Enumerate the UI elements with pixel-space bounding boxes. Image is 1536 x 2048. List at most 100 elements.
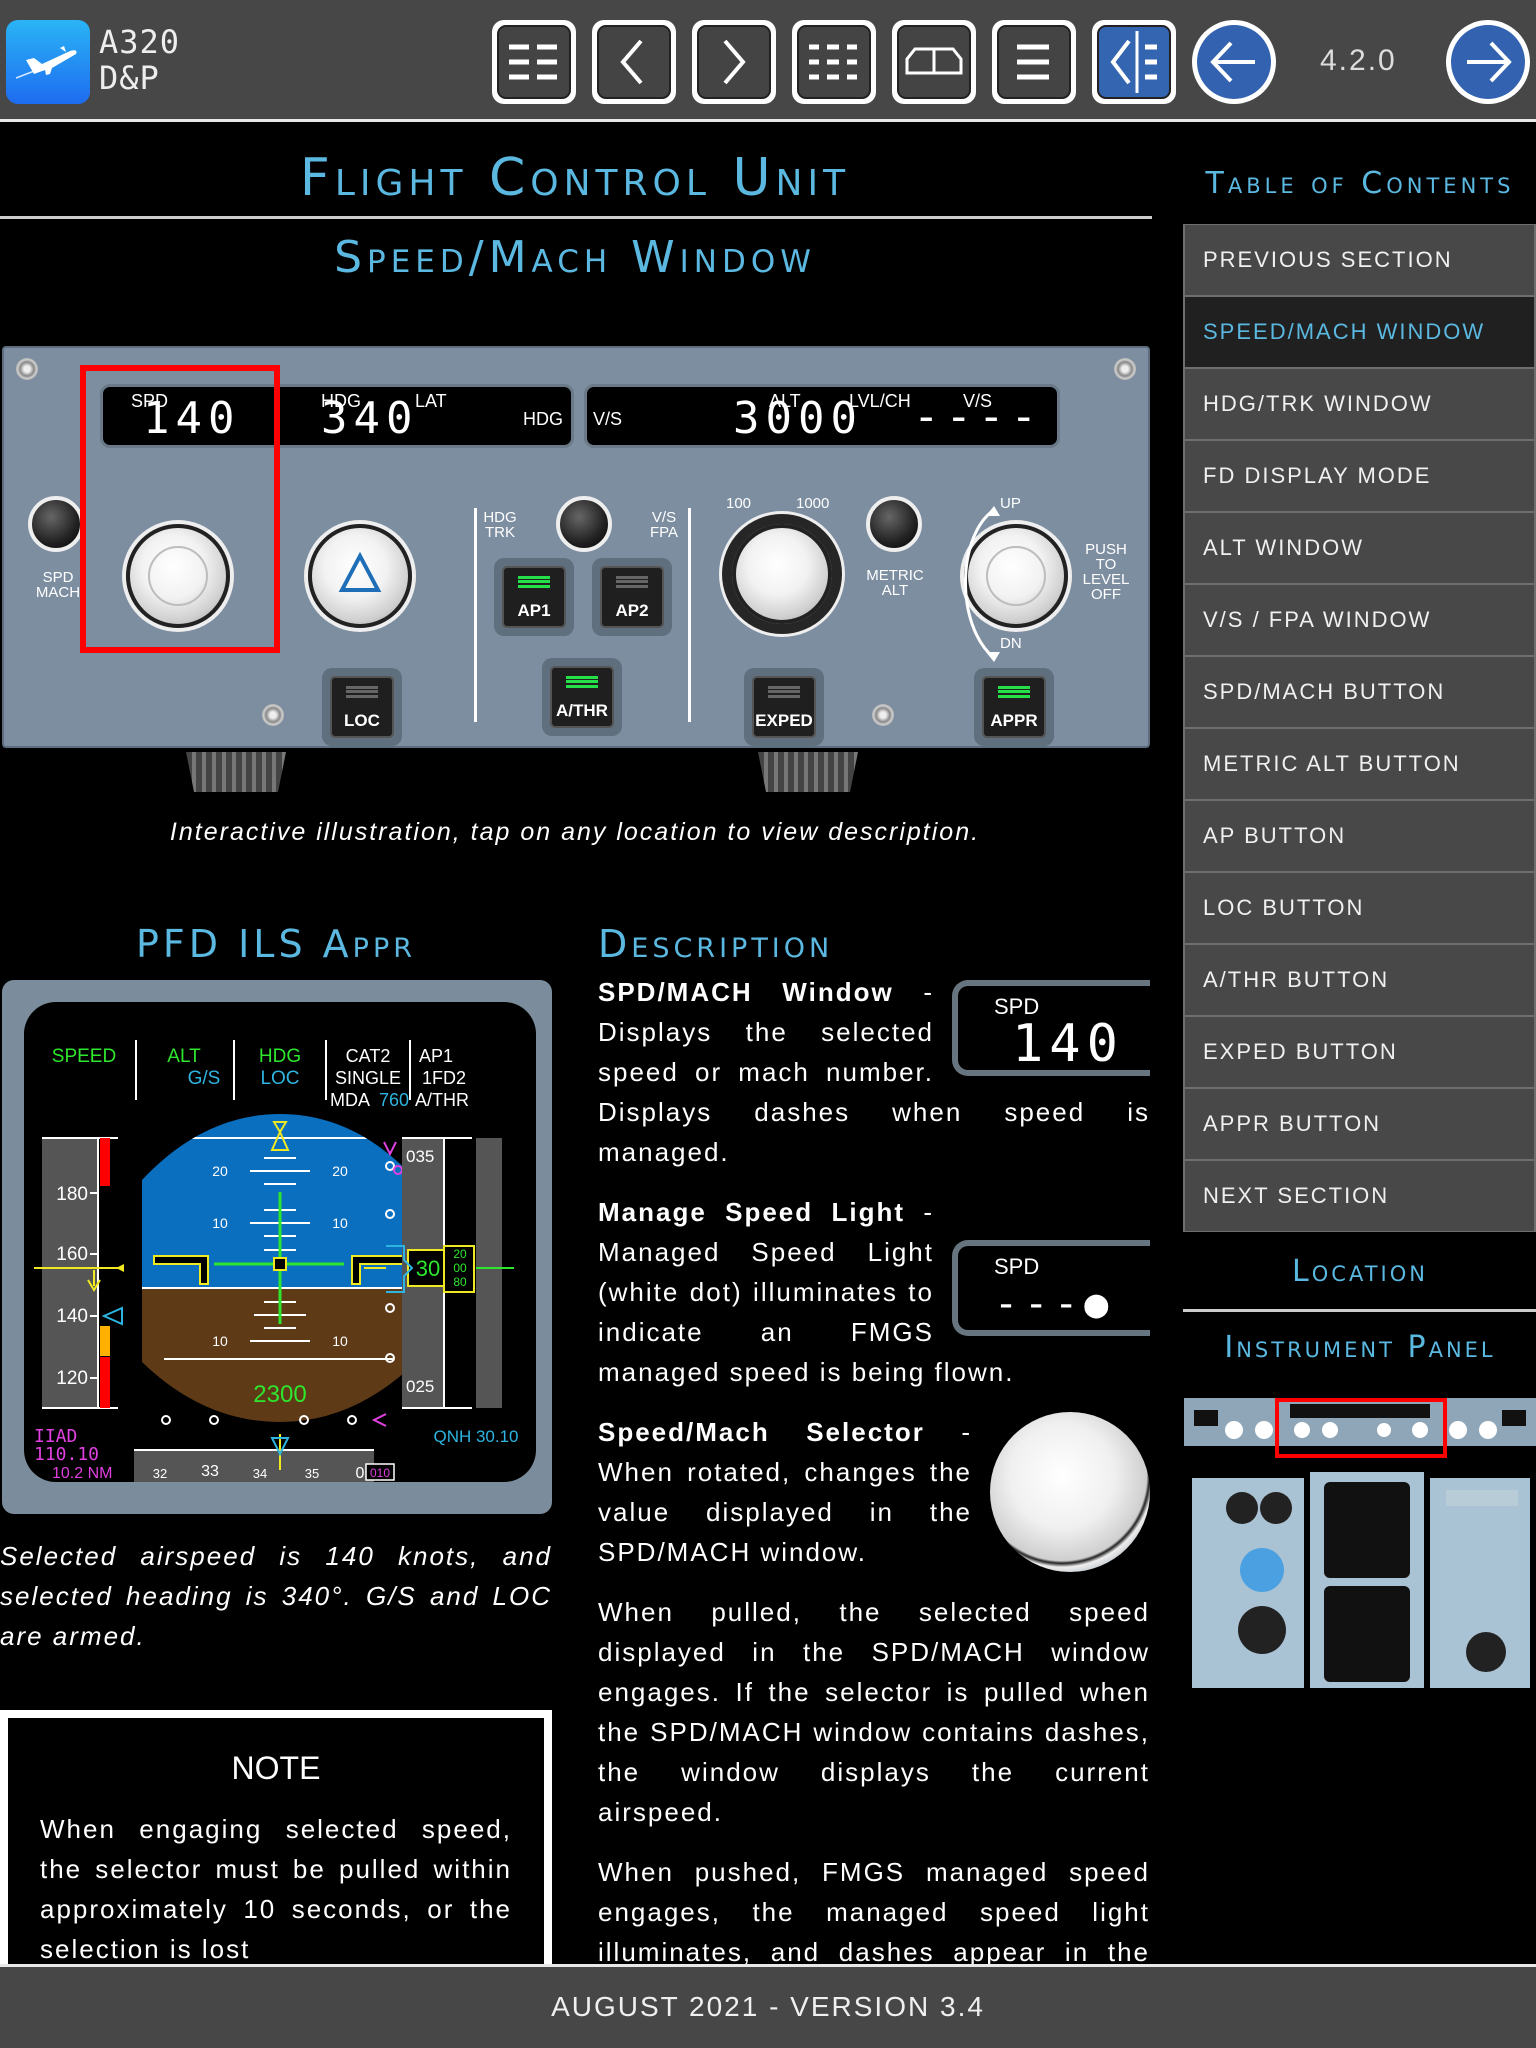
toc-item-previous-section[interactable]: PREVIOUS SECTION [1183,224,1536,296]
screw [16,358,38,380]
toc-item-exped-button[interactable]: EXPED BUTTON [1183,1016,1536,1088]
toc-item-next-section[interactable]: NEXT SECTION [1183,1160,1536,1232]
app-logo[interactable] [6,20,90,104]
menu-grid-icon [509,44,557,80]
list-button[interactable] [992,20,1076,104]
toc-item-vs-fpa-window[interactable]: V/S / FPA WINDOW [1183,584,1536,656]
pfd-section-title: PFD ILS Appr [135,922,416,966]
vs-dn-label: DN [1000,635,1022,652]
alt-vs-window[interactable]: V/S ALT LVL/CH V/S 3000 ---- [584,384,1060,448]
spd-mach-button[interactable] [28,496,84,552]
screw [262,704,284,726]
back-button[interactable] [1192,20,1276,104]
speed-tick-label: 140 [56,1306,88,1327]
heading-selector-knob[interactable] [308,524,412,628]
pfd-illustration: SPEED ALT G/S HDG LOC CAT2 SINGLE MDA 76… [2,980,552,1514]
hdg-trk-label: HDG TRK [483,509,517,541]
title-divider [0,216,1152,219]
desc-spd-mach-window: SPD 140 SPD/MACH Window - Displays the s… [598,972,1150,1172]
fma-athr: A/THR [415,1090,469,1110]
chevron-left-icon [620,39,643,85]
desc-paragraph: When pushed, FMGS managed speed engages,… [598,1857,1150,1967]
toc-title: Table of Contents [1205,166,1515,201]
vs-fpa-label: V/S FPA [649,509,679,541]
illustration-caption: Interactive illustration, tap on any loc… [169,818,981,846]
vs-value: ---- [913,391,1043,442]
toc-item-fd-display-mode[interactable]: FD DISPLAY MODE [1183,440,1536,512]
fma-gs: G/S [188,1068,221,1089]
hdg-trk-vs-fpa-button[interactable] [556,496,612,552]
app-name-line2: D&P [99,59,160,97]
ils-distance: 10.2 NM [52,1465,112,1482]
fcu-mount [186,752,286,792]
pitch-label: 10 [212,1215,228,1231]
toc-item-metric-alt-button[interactable]: METRIC ALT BUTTON [1183,728,1536,800]
button-label: AP1 [517,601,551,620]
alt-tick-label: 035 [406,1147,434,1166]
vs-mode-label: V/S [593,409,623,429]
next-page-button[interactable] [692,20,776,104]
push-to-level-off-label: PUSH TO LEVEL OFF [1082,541,1130,603]
instrument-panel-thumbnail[interactable] [1184,1390,1536,1712]
desc-paragraph: When pulled, the selected speed displaye… [598,1597,1150,1827]
app-name-line1: A320 [99,23,181,61]
desc-speed-selector: Speed/Mach Selector - When rotated, chan… [598,1412,1150,1572]
toc-item-alt-window[interactable]: ALT WINDOW [1183,512,1536,584]
heading-tick-label: 0 [356,1465,365,1482]
pitch-label: 20 [332,1163,348,1179]
toc-item-spd-mach-button[interactable]: SPD/MACH BUTTON [1183,656,1536,728]
pfd-display: SPEED ALT G/S HDG LOC CAT2 SINGLE MDA 76… [24,1002,536,1482]
top-toolbar: A320 D&P 4.2.0 [0,0,1536,122]
appr-button[interactable]: APPR [974,668,1054,746]
toc-item-athr-button[interactable]: A/THR BUTTON [1183,944,1536,1016]
hdg-mode-label: HDG [523,409,563,429]
pfd-caption: Selected airspeed is 140 knots, and sele… [0,1541,552,1651]
note-title: NOTE [231,1750,321,1786]
toc-item-loc-button[interactable]: LOC BUTTON [1183,872,1536,944]
toc-sidebar-button[interactable] [1092,20,1176,104]
exped-button[interactable]: EXPED [744,668,824,746]
toc-list: PREVIOUS SECTION SPEED/MACH WINDOW HDG/T… [1183,224,1536,1232]
toc-item-appr-button[interactable]: APPR BUTTON [1183,1088,1536,1160]
loc-button[interactable]: LOC [322,668,402,746]
spd-mach-label: SPD MACH [35,569,81,601]
desc-managed-speed-light: SPD ---● Manage Speed Light - Managed Sp… [598,1192,1150,1392]
toc-item-ap-button[interactable]: AP BUTTON [1183,800,1536,872]
app-name: A320 D&P [99,24,180,96]
airplane-icon [15,46,77,79]
alt-increment-1000-label: 1000 [796,495,830,512]
toc-item-hdg-trk-window[interactable]: HDG/TRK WINDOW [1183,368,1536,440]
button-label: APPR [990,711,1038,730]
speed-tick-label: 180 [56,1184,88,1205]
athr-button[interactable]: A/THR [542,658,622,736]
ap1-button[interactable]: AP1 [494,558,574,636]
panel-overview-icon [905,47,963,75]
fma-loc: LOC [260,1068,299,1089]
button-label: A/THR [556,701,608,720]
page-title: Flight Control Unit [299,148,851,208]
highlight-frame [80,365,280,653]
triangle-icon [338,551,382,592]
altitude-selector-knob[interactable] [732,524,832,624]
note-body: When engaging selected speed, the select… [40,1814,512,1964]
list-grid-button[interactable] [792,20,876,104]
ap2-button[interactable]: AP2 [592,558,672,636]
menu-grid-button[interactable] [492,20,576,104]
forward-button[interactable] [1446,20,1530,104]
alt-drum: 20 [453,1247,467,1261]
previous-page-button[interactable] [592,20,676,104]
toc-sidebar-icon [1110,31,1157,93]
app-version: 4.2.0 [1320,44,1397,77]
description-body: SPD 140 SPD/MACH Window - Displays the s… [598,960,1150,1968]
toc-item-speed-mach-window[interactable]: SPEED/MACH WINDOW [1183,296,1536,368]
fma-single: SINGLE [335,1068,401,1088]
alt-increment-100-label: 100 [726,495,752,512]
metric-alt-button[interactable] [866,496,922,552]
button-label: LOC [344,711,380,730]
ils-frequency: 110.10 [34,1444,99,1465]
screw [872,704,894,726]
lcd-value: 140 [1012,1014,1124,1074]
decision-altitude: 2300 [253,1381,306,1408]
spd-window-illustration: SPD 140 [952,980,1150,1076]
panel-overview-button[interactable] [892,20,976,104]
